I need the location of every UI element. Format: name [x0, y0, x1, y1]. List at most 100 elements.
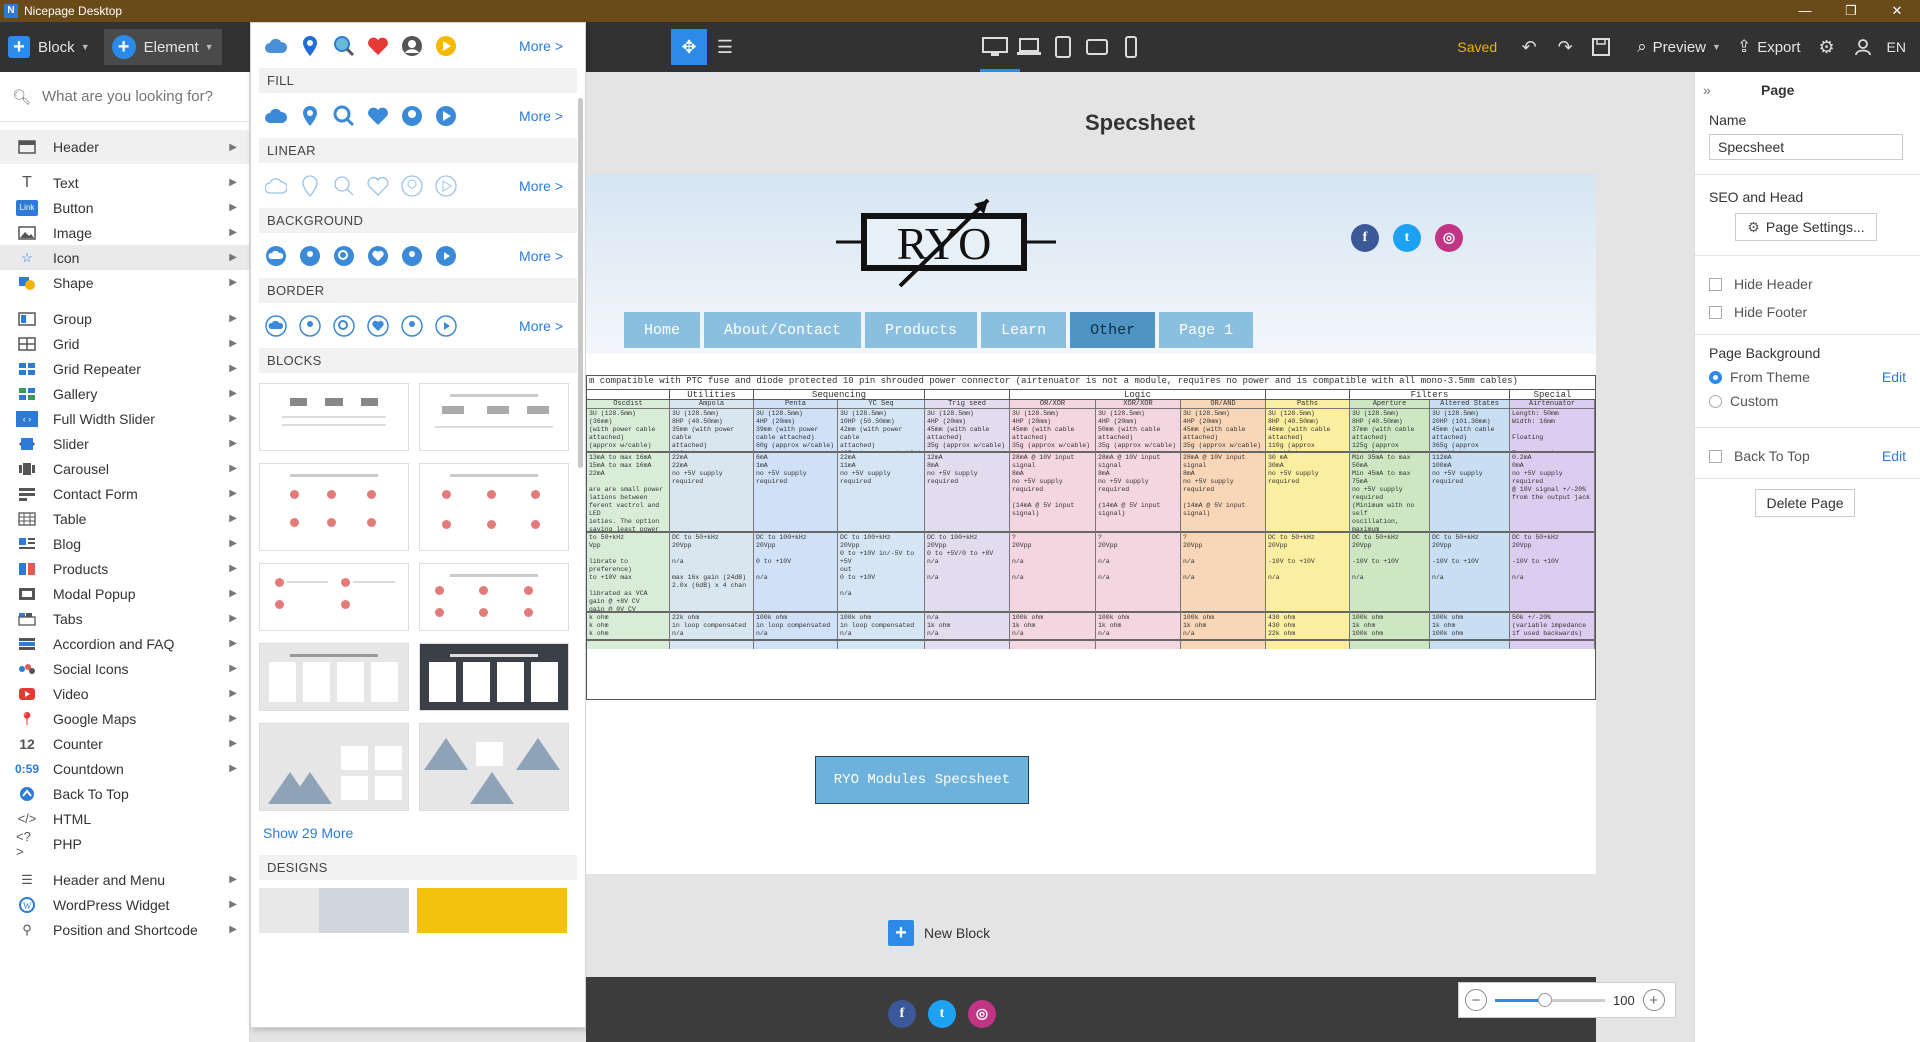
heart-icon[interactable] — [367, 314, 389, 337]
category-accordion[interactable]: Accordion and FAQ ▶ — [0, 631, 249, 656]
user-icon[interactable] — [401, 245, 423, 267]
category-grid[interactable]: Grid ▶ — [0, 331, 249, 356]
layers-icon[interactable]: ☰ — [707, 29, 743, 65]
user-icon[interactable] — [1845, 29, 1881, 65]
site-header[interactable]: RYO f t ◎ Home About/Contact Products Le… — [586, 174, 1596, 354]
category-wordpress-widget[interactable]: W WordPress Widget ▶ — [0, 892, 249, 917]
flyout-scrollbar[interactable] — [578, 98, 583, 468]
category-video[interactable]: Video ▶ — [0, 681, 249, 706]
twitter-icon[interactable]: t — [928, 1000, 956, 1028]
preview-button[interactable]: ⌕ Preview ▼ — [1629, 29, 1729, 65]
zoom-slider[interactable] — [1495, 992, 1605, 1007]
select-tool-icon[interactable]: ✥ — [671, 29, 707, 65]
category-table[interactable]: Table ▶ — [0, 506, 249, 531]
heart-icon[interactable] — [367, 175, 389, 197]
add-element-button[interactable]: + Element ▼ — [103, 29, 222, 65]
nav-home[interactable]: Home — [624, 312, 701, 348]
show-more-blocks-link[interactable]: Show 29 More — [251, 811, 585, 855]
category-tabs[interactable]: Tabs ▶ — [0, 606, 249, 631]
search-icon[interactable] — [333, 245, 355, 267]
page-settings-button[interactable]: ⚙ Page Settings... — [1735, 213, 1877, 241]
block-thumbnail[interactable] — [419, 723, 569, 811]
search-icon[interactable] — [333, 105, 355, 127]
more-border-link[interactable]: More > — [519, 318, 563, 334]
block-thumbnail[interactable] — [259, 723, 409, 811]
nav-about-contact[interactable]: About/Contact — [704, 312, 862, 348]
category-slider[interactable]: Slider ▶ — [0, 431, 249, 456]
page-name-input[interactable] — [1709, 134, 1903, 160]
category-blog[interactable]: Blog ▶ — [0, 531, 249, 556]
block-thumbnail[interactable] — [419, 643, 569, 711]
collapse-panel-icon[interactable]: » — [1703, 82, 1711, 98]
more-linear-link[interactable]: More > — [519, 178, 563, 194]
zoom-out-icon[interactable]: − — [1465, 989, 1487, 1011]
delete-page-button[interactable]: Delete Page — [1755, 489, 1855, 517]
user-icon[interactable] — [401, 174, 423, 197]
search-icon[interactable] — [333, 175, 355, 197]
ryo-logo[interactable]: RYO — [836, 194, 1056, 290]
category-products[interactable]: Products ▶ — [0, 556, 249, 581]
hide-footer-checkbox[interactable]: Hide Footer — [1709, 298, 1906, 326]
category-grid-repeater[interactable]: Grid Repeater ▶ — [0, 356, 249, 381]
cloud-icon[interactable] — [265, 175, 287, 197]
edit-back-to-top-link[interactable]: Edit — [1882, 448, 1906, 464]
user-icon[interactable] — [401, 314, 423, 337]
specsheet-button[interactable]: RYO Modules Specsheet — [815, 756, 1029, 804]
site-footer[interactable] — [586, 977, 1596, 1042]
facebook-icon[interactable]: f — [1351, 224, 1379, 252]
edit-background-link[interactable]: Edit — [1882, 369, 1906, 385]
instagram-icon[interactable]: ◎ — [968, 1000, 996, 1028]
cloud-icon[interactable] — [265, 105, 287, 127]
play-icon[interactable] — [435, 314, 457, 337]
heart-icon[interactable] — [367, 245, 389, 267]
block-thumbnail[interactable] — [259, 563, 409, 631]
category-image[interactable]: Image ▶ — [0, 220, 249, 245]
from-theme-radio[interactable]: From Theme Edit — [1709, 365, 1906, 389]
zoom-in-icon[interactable]: + — [1642, 989, 1665, 1011]
nav-other[interactable]: Other — [1070, 312, 1156, 348]
category-modal-popup[interactable]: Modal Popup ▶ — [0, 581, 249, 606]
category-position-shortcode[interactable]: ⚲ Position and Shortcode ▶ — [0, 917, 249, 942]
nav-learn[interactable]: Learn — [981, 312, 1067, 348]
tablet-landscape-icon[interactable] — [1080, 29, 1114, 65]
category-shape[interactable]: Shape ▶ — [0, 270, 249, 295]
tablet-icon[interactable] — [1046, 29, 1080, 65]
nav-page-1[interactable]: Page 1 — [1159, 312, 1254, 348]
map-pin-icon[interactable] — [299, 245, 321, 267]
map-pin-icon[interactable] — [299, 314, 321, 337]
map-pin-icon[interactable] — [299, 174, 321, 197]
play-icon[interactable] — [435, 245, 457, 267]
undo-icon[interactable]: ↶ — [1511, 29, 1547, 65]
export-button[interactable]: ⇪ Export — [1729, 29, 1809, 65]
facebook-icon[interactable]: f — [888, 1000, 916, 1028]
add-block-button[interactable]: + Block ▼ — [0, 29, 98, 65]
block-thumbnail[interactable] — [419, 463, 569, 551]
instagram-icon[interactable]: ◎ — [1435, 224, 1463, 252]
category-back-to-top[interactable]: Back To Top — [0, 781, 249, 806]
play-icon[interactable] — [435, 105, 457, 127]
minimize-icon[interactable]: — — [1782, 3, 1828, 19]
category-counter[interactable]: 12 Counter ▶ — [0, 731, 249, 756]
map-pin-icon[interactable] — [299, 35, 321, 57]
gear-icon[interactable]: ⚙ — [1809, 29, 1845, 65]
block-thumbnail[interactable] — [259, 643, 409, 711]
category-group[interactable]: Group ▶ — [0, 306, 249, 331]
desktop-icon[interactable] — [978, 29, 1012, 65]
category-gallery[interactable]: Gallery ▶ — [0, 381, 249, 406]
user-icon[interactable] — [401, 35, 423, 57]
more-fill-link[interactable]: More > — [519, 108, 563, 124]
category-text[interactable]: T Text ▶ — [0, 170, 249, 195]
close-icon[interactable]: ✕ — [1874, 3, 1920, 19]
specsheet-table[interactable]: m compatible with PTC fuse and diode pro… — [586, 375, 1596, 700]
category-icon[interactable]: ☆ Icon ▶ — [0, 245, 249, 270]
category-button[interactable]: Link Button ▶ — [0, 195, 249, 220]
block-thumbnail[interactable] — [419, 563, 569, 631]
user-icon[interactable] — [401, 105, 423, 127]
block-thumbnail[interactable] — [419, 383, 569, 451]
more-colored-link[interactable]: More > — [519, 38, 563, 54]
cloud-icon[interactable] — [265, 314, 287, 337]
heart-icon[interactable] — [367, 105, 389, 127]
zoom-slider-handle[interactable] — [1537, 992, 1552, 1007]
category-full-width-slider[interactable]: ‹ › Full Width Slider ▶ — [0, 406, 249, 431]
more-background-link[interactable]: More > — [519, 248, 563, 264]
